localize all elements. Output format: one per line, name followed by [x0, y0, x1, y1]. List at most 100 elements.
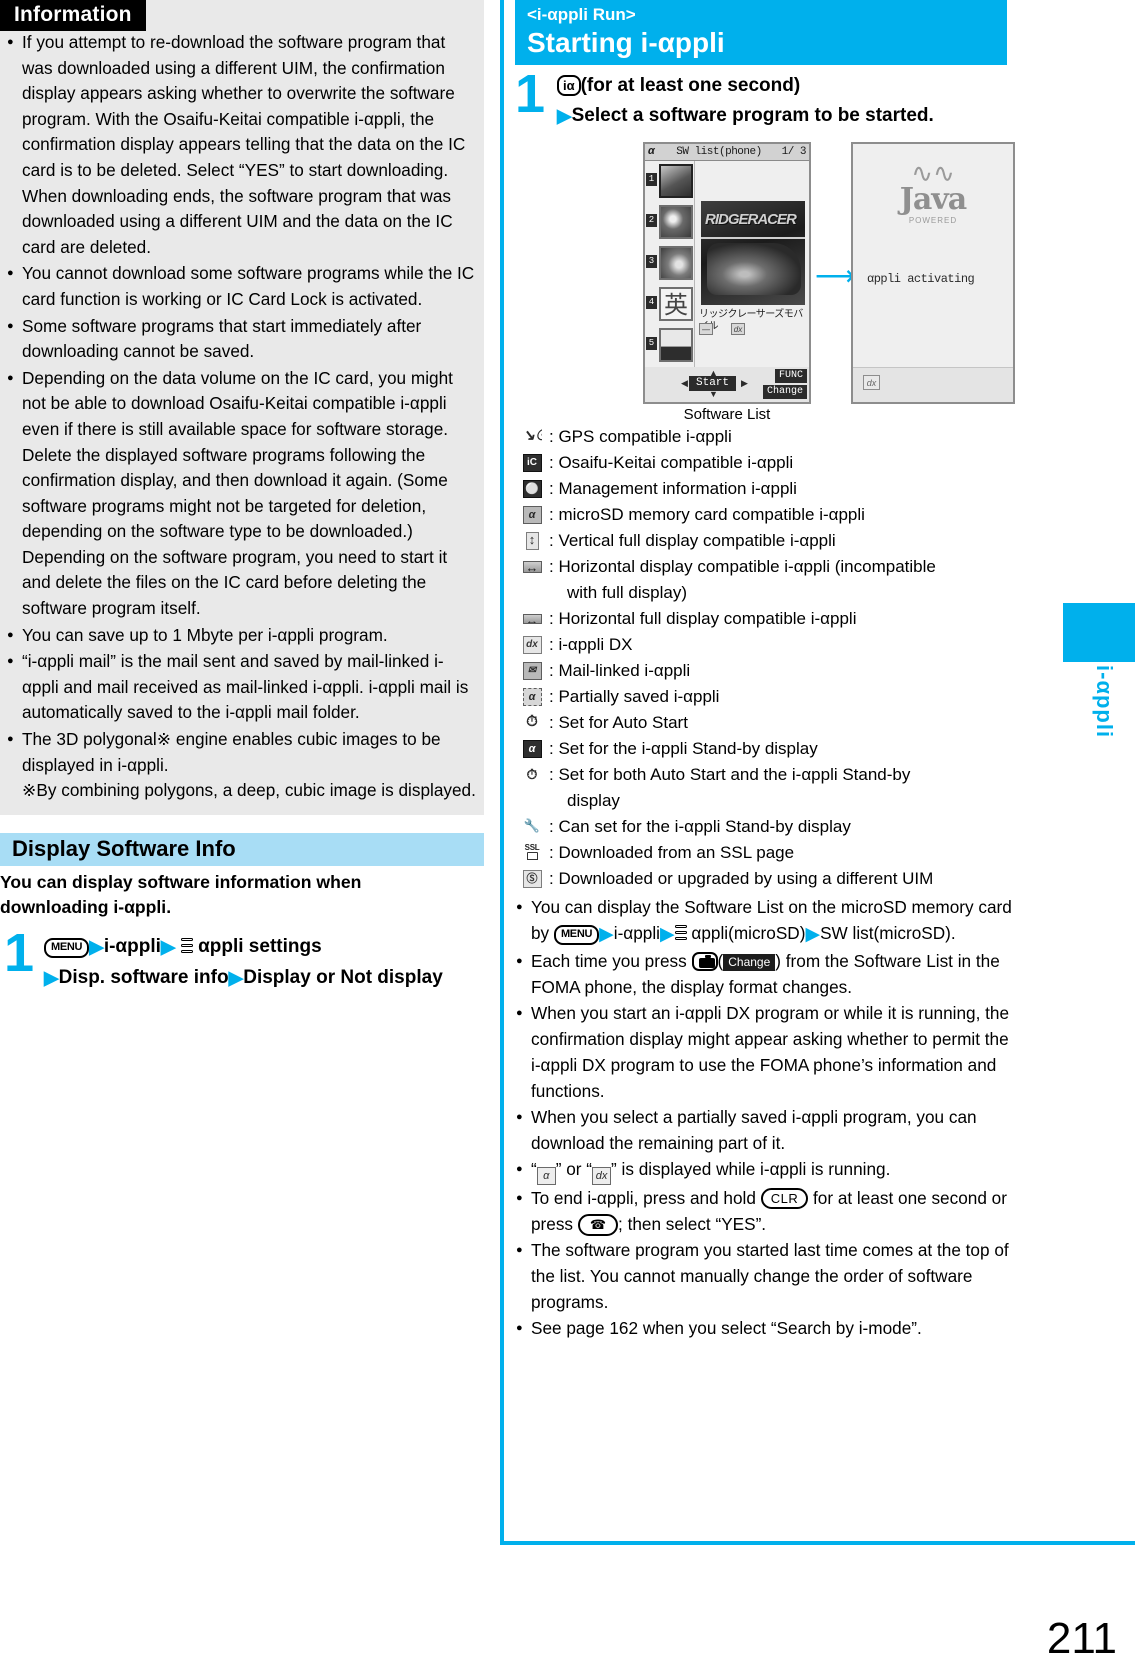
preview-car-art — [707, 243, 801, 295]
list-item[interactable]: 5 — [645, 325, 694, 366]
menu-key-icon-2[interactable]: MENU — [553, 925, 600, 945]
bullet-partially-saved: When you select a partially saved i-αppl… — [515, 1104, 1015, 1156]
legend-text-horizontal-display-cont: with full display) — [567, 583, 687, 602]
legend-text-standby-display: Set for the i-αppli Stand-by display — [558, 739, 818, 758]
bullet-microsd-list: You can display the Software List on the… — [515, 894, 1015, 948]
change-softkey-label[interactable]: Change — [723, 954, 776, 971]
menu-key-icon[interactable]: MENU — [44, 937, 90, 958]
bullet-end-iappli: To end i-αppli, press and hold CLR for a… — [515, 1185, 1015, 1237]
legend-text-gps: GPS compatible i-αppli — [558, 427, 732, 446]
legend-text-horizontal-display: Horizontal display compatible i-αppli (i… — [558, 557, 936, 576]
java-powered-text: POWERED — [908, 216, 958, 225]
appli-settings-icon-2 — [674, 925, 687, 942]
left-step-target-1: i-αppli — [103, 935, 161, 957]
appli-settings-icon — [180, 937, 193, 955]
phone-title-text: SW list(phone) — [676, 146, 762, 158]
activating-message: αppli activating — [867, 272, 975, 286]
java-logo: ∿∿ Java POWERED — [900, 160, 968, 225]
iappli-dx-running-icon: dx — [592, 1167, 612, 1185]
iappli-dx-indicator-icon: dx — [863, 375, 880, 390]
list-item[interactable]: 2 — [645, 202, 694, 243]
info-bullet-5: “i-αppli mail” is the mail sent and save… — [6, 649, 476, 726]
bullet-microsd-text-3: αppli(microSD) — [686, 923, 806, 943]
change-softkey[interactable]: Change — [762, 385, 807, 399]
horizontal-display-badge-icon: — — [699, 323, 713, 335]
chapter-subtitle: <i-αppli Run> — [527, 5, 636, 24]
right-step-line-2: ▶Select a software program to be started… — [557, 101, 1015, 132]
auto-start-standby-icon: ⏱α — [526, 766, 538, 784]
info-bullet-4: You can save up to 1 Mbyte per i-αppli p… — [6, 623, 476, 649]
software-thumbnail-3 — [659, 246, 693, 280]
phone-screenshot-java-activating: ∿∿ Java POWERED αppli activating dx — [851, 142, 1015, 404]
legend-row-gps: ↘☉ : GPS compatible i-αppli — [515, 424, 1015, 450]
func-softkey[interactable]: FUNC — [774, 369, 807, 383]
software-badges: — dx — [699, 323, 745, 335]
nav-down-icon: ▼ — [709, 389, 718, 399]
bullet-running-mid: ” or “ — [555, 1159, 593, 1179]
camera-key-icon[interactable] — [691, 952, 718, 971]
nav-right-icon: ▶ — [741, 378, 748, 388]
iappli-dx-badge-icon: dx — [731, 323, 745, 335]
screenshot-figure: α SW list(phone) 1/ 3 1 2 3 4 英 5 RIDGER… — [515, 138, 1015, 423]
legend-text-partially-saved: Partially saved i-αppli — [558, 687, 720, 706]
information-title: Information — [0, 0, 146, 31]
preview-divider — [701, 237, 805, 239]
bullet-search-by-imode: See page 162 when you select “Search by … — [515, 1315, 1015, 1341]
legend-row-management-info: ⚪ : Management information i-αppli — [515, 476, 1015, 502]
legend-text-management-info: Management information i-αppli — [558, 479, 797, 498]
end-call-key-icon[interactable]: ☎ — [577, 1214, 619, 1236]
left-step-line-1: MENU ▶i-αppli▶ αppli settings — [44, 932, 490, 963]
ic-card-icon: iC — [515, 450, 549, 476]
left-step-target-4: Display or Not display — [243, 966, 443, 988]
right-step-number: 1 — [515, 64, 546, 124]
list-item-number: 1 — [646, 173, 657, 186]
legend-text-ssl: Downloaded from an SSL page — [558, 843, 795, 862]
phone-page-indicator: 1/ 3 — [781, 146, 807, 158]
bullet-running-indicator: “α” or “dx” is displayed while i-αppli i… — [515, 1156, 1015, 1185]
icon-legend-list: ↘☉ : GPS compatible i-αppli iC : Osaifu-… — [515, 424, 1015, 892]
legend-row-horizontal-display: : Horizontal display compatible i-αppli … — [515, 554, 1015, 580]
chevron-right-icon-5: ▶ — [557, 106, 572, 127]
bullet-dx-permission: When you start an i-αppli DX program or … — [515, 1000, 1015, 1104]
nav-left-icon: ◀ — [681, 378, 688, 388]
section-heading-display-software-info: Display Software Info — [0, 832, 484, 866]
list-item-number: 5 — [646, 337, 657, 350]
iappli-status-icon: α — [648, 146, 655, 158]
legend-row-can-set-standby: 🔧α : Can set for the i-αppli Stand-by di… — [515, 814, 1015, 840]
gps-icon: ↘☉ — [522, 428, 542, 444]
list-item[interactable]: 1 — [645, 161, 694, 202]
list-item[interactable]: 4 英 — [645, 284, 694, 325]
partially-saved-icon: α — [515, 684, 549, 710]
horizontal-divider — [500, 1541, 1135, 1545]
chevron-right-icon: ▶ — [89, 936, 104, 958]
legend-text-mail-linked: Mail-linked i-αppli — [558, 661, 691, 680]
bullet-end-text-3: ; then select “YES”. — [618, 1214, 767, 1234]
chevron-right-icon-7: ▶ — [660, 924, 675, 945]
right-step-hold-text: (for at least one second) — [580, 75, 801, 96]
info-bullet-1: You cannot download some software progra… — [6, 261, 476, 312]
legend-text-auto-start-standby-cont: display — [567, 791, 620, 810]
manual-page: Information If you attempt to re-downloa… — [0, 0, 1135, 1671]
list-item[interactable]: 3 — [645, 243, 694, 284]
left-step-target-3: Disp. software info — [58, 966, 229, 988]
bullet-running-text: ” is displayed while i-αppli is running. — [611, 1159, 891, 1179]
clr-key-icon[interactable]: CLR — [760, 1188, 809, 1209]
standby-display-icon: α — [515, 736, 549, 762]
legend-row-microsd: α : microSD memory card compatible i-αpp… — [515, 502, 1015, 528]
right-step-1: 1 iα (for at least one second) ▶Select a … — [515, 67, 1015, 132]
legend-row-iappli-dx: dx : i-αppli DX — [515, 632, 1015, 658]
side-tab-label: i-αppli — [1092, 665, 1117, 739]
iappli-key-icon[interactable]: iα — [557, 75, 581, 96]
info-bullet-6-text: The 3D polygonal※ engine enables cubic i… — [22, 729, 441, 775]
chevron-right-icon-4: ▶ — [228, 967, 244, 989]
legend-text-horizontal-full-display: Horizontal full display compatible i-αpp… — [558, 609, 857, 628]
phone-title-bar: α SW list(phone) 1/ 3 — [645, 144, 809, 161]
bullet-microsd-text-2: i-αppli — [613, 923, 660, 943]
legend-row-ic-card: iC : Osaifu-Keitai compatible i-αppli — [515, 450, 1015, 476]
legend-row-mail-linked: ✉ : Mail-linked i-αppli — [515, 658, 1015, 684]
different-uim-icon: Ⓢ — [515, 866, 549, 892]
software-thumbnail-1 — [659, 164, 693, 198]
info-bullet-6: The 3D polygonal※ engine enables cubic i… — [6, 727, 476, 804]
management-info-icon: ⚪ — [515, 476, 549, 502]
phone-soft-key-bar: ▲ ◀ Start ▶ ▼ FUNC Change — [645, 367, 809, 402]
